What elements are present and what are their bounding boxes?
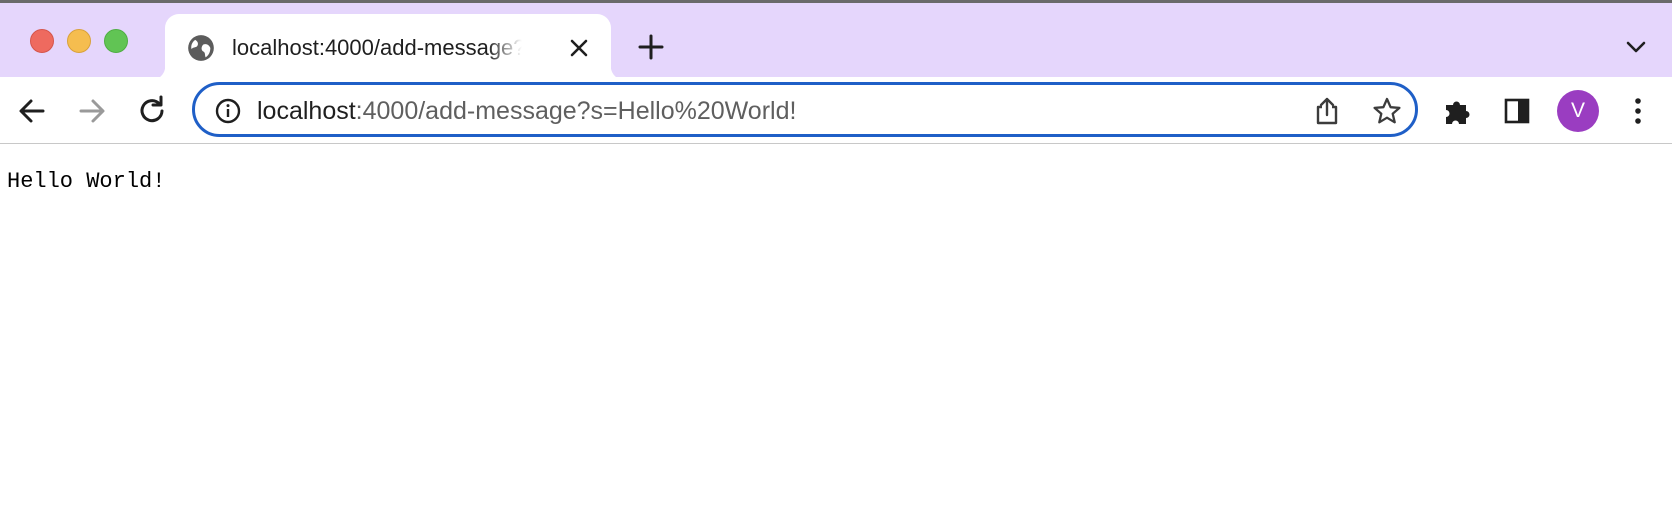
plus-icon[interactable] bbox=[637, 33, 665, 61]
puzzle-icon[interactable] bbox=[1442, 95, 1474, 127]
share-icon[interactable] bbox=[1313, 96, 1341, 126]
tab-title: localhost:4000/add-message?s=Hello%20Wor… bbox=[232, 35, 522, 60]
forward-arrow-icon[interactable] bbox=[74, 93, 110, 129]
url-path: :4000/add-message?s=Hello%20World! bbox=[355, 97, 797, 125]
side-panel-icon[interactable] bbox=[1503, 97, 1531, 125]
tab-strip: localhost:4000/add-message?s=Hello%20Wor… bbox=[0, 0, 1672, 80]
active-tab[interactable]: localhost:4000/add-message?s=Hello%20Wor… bbox=[151, 14, 625, 80]
page-content: Hello World! bbox=[0, 145, 1672, 512]
avatar[interactable]: V bbox=[1557, 90, 1599, 132]
star-icon[interactable] bbox=[1372, 96, 1402, 126]
message-text: Hello World! bbox=[7, 169, 166, 194]
info-icon[interactable] bbox=[215, 98, 241, 124]
url-text[interactable]: localhost:4000/add-message?s=Hello%20Wor… bbox=[257, 95, 796, 127]
close-window-button[interactable] bbox=[30, 29, 54, 53]
reload-icon[interactable] bbox=[134, 93, 170, 129]
zoom-window-button[interactable] bbox=[104, 29, 128, 53]
back-arrow-icon[interactable] bbox=[14, 93, 50, 129]
kebab-menu-icon[interactable] bbox=[1625, 95, 1651, 127]
url-host: localhost bbox=[257, 97, 356, 125]
browser-toolbar: localhost:4000/add-message?s=Hello%20Wor… bbox=[0, 77, 1672, 144]
close-icon[interactable] bbox=[567, 36, 591, 60]
minimize-window-button[interactable] bbox=[67, 29, 91, 53]
address-bar[interactable]: localhost:4000/add-message?s=Hello%20Wor… bbox=[192, 82, 1418, 137]
chevron-down-icon[interactable] bbox=[1624, 37, 1648, 57]
globe-icon bbox=[188, 35, 214, 61]
